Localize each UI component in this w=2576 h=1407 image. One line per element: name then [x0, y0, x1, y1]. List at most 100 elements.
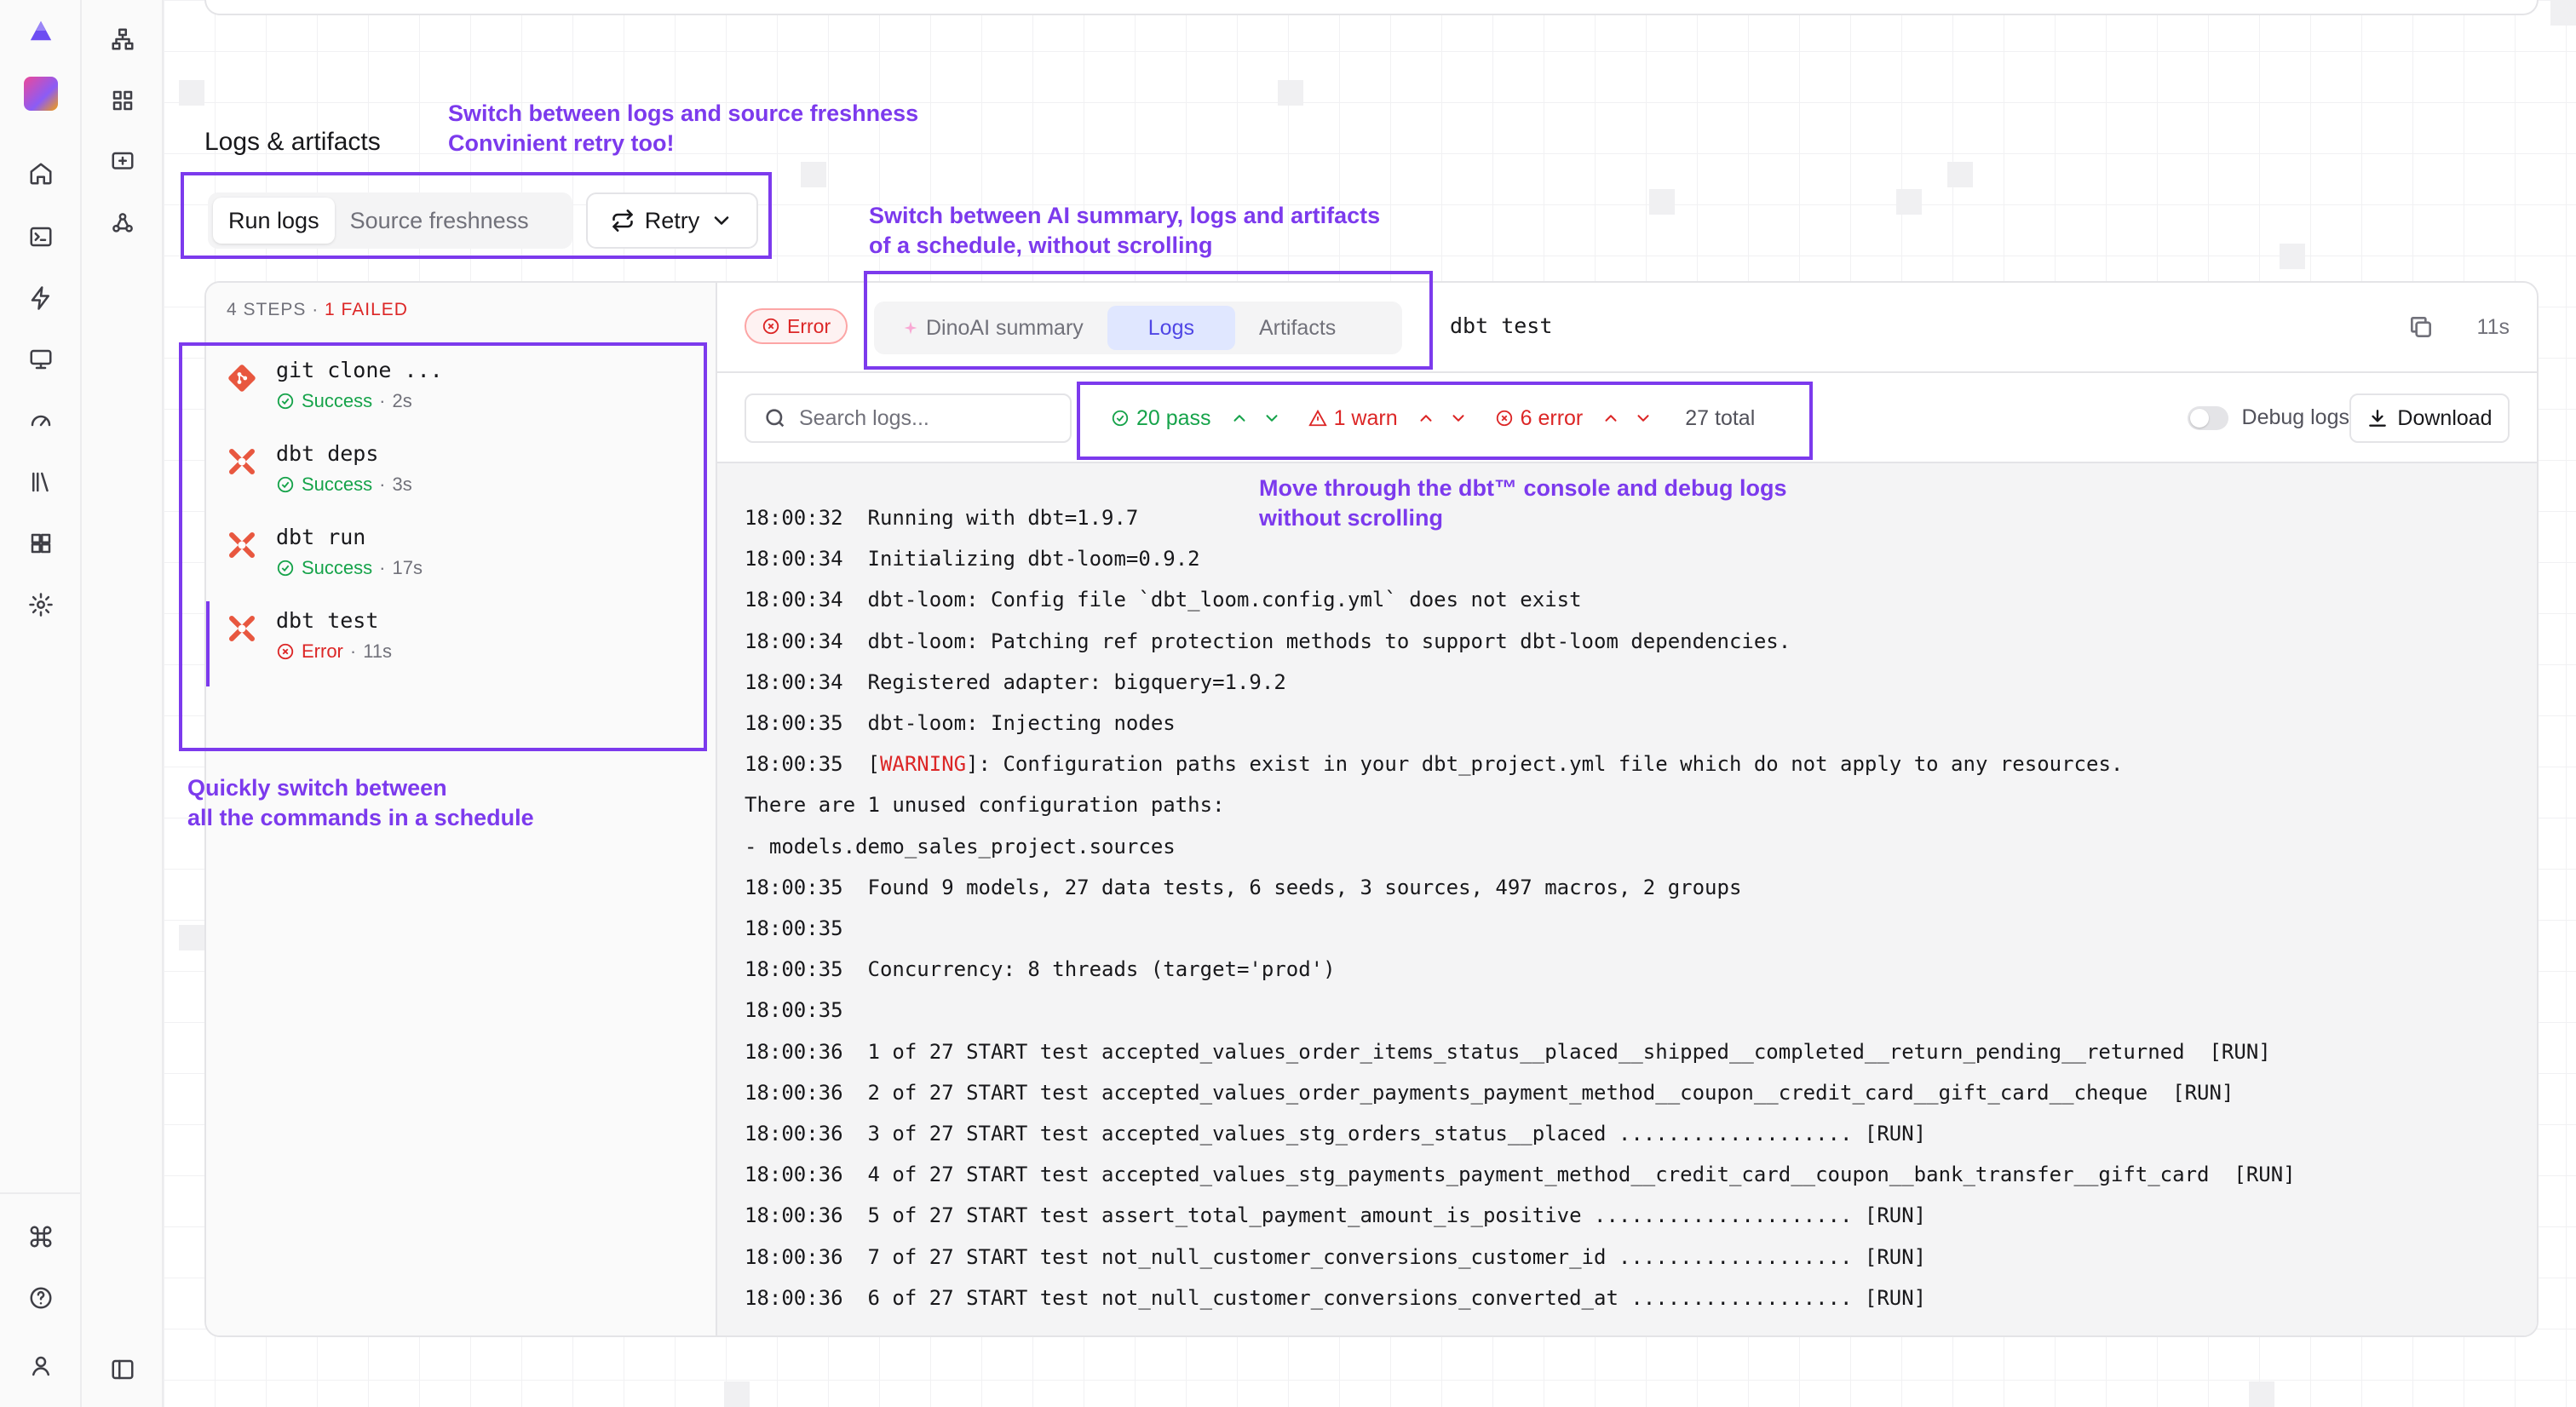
retry-button[interactable]: Retry [586, 192, 758, 249]
chevron-up-icon[interactable] [1417, 409, 1435, 428]
chevron-down-icon[interactable] [1634, 409, 1653, 428]
log-line: 18:00:35 [745, 908, 2510, 949]
gauge-icon[interactable] [20, 400, 61, 441]
gear-icon[interactable] [20, 584, 61, 625]
toggle-switch[interactable] [2187, 405, 2228, 430]
view-tabs: DinoAI summary Logs Artifacts [874, 302, 1402, 354]
bg-square [801, 162, 826, 187]
x-circle-icon [277, 643, 294, 660]
project-avatar[interactable] [20, 73, 61, 114]
lightning-icon[interactable] [20, 278, 61, 319]
mode-tabs: Run logs Source freshness [208, 192, 572, 249]
log-line: 18:00:35 [WARNING]: Configuration paths … [745, 752, 2124, 777]
user-icon[interactable] [20, 1346, 61, 1387]
bg-square [724, 1381, 750, 1407]
dbt-icon [229, 616, 255, 641]
step-item[interactable]: dbt run Success · 17s [206, 518, 716, 600]
home-icon[interactable] [20, 153, 61, 194]
log-timestamp: 18:00:36 [745, 1285, 868, 1310]
chevron-up-icon[interactable] [1230, 409, 1249, 428]
debug-logs-toggle[interactable]: Debug logs [2187, 405, 2349, 430]
step-item[interactable]: dbt deps Success · 3s [206, 434, 716, 516]
check-circle-icon [277, 476, 294, 493]
detail-header: Error DinoAI summary Logs Artifacts dbt … [717, 283, 2537, 373]
log-message: 7 of 27 START test not_null_customer_con… [867, 1244, 1927, 1269]
logo-icon[interactable] [20, 10, 61, 51]
dbt-icon [229, 532, 255, 558]
grid-icon[interactable] [102, 80, 143, 121]
step-status: Success · 17s [276, 557, 423, 579]
log-timestamp: 18:00:35 [745, 752, 868, 777]
log-line: 18:00:34 Registered adapter: bigquery=1.… [745, 662, 2510, 703]
check-circle-icon [277, 560, 294, 577]
copy-icon[interactable] [2407, 313, 2435, 341]
dbt-icon [229, 449, 255, 474]
log-message: 4 of 27 START test accepted_values_stg_p… [867, 1163, 2296, 1187]
log-line: 18:00:34 Initializing dbt-loom=0.9.2 [745, 538, 2510, 579]
tab-artifacts[interactable]: Artifacts [1235, 306, 1360, 350]
bg-square [1278, 80, 1303, 106]
search-input[interactable] [799, 405, 1055, 431]
x-circle-icon [1496, 410, 1512, 427]
download-button[interactable]: Download [2349, 393, 2510, 443]
bg-square [1947, 162, 1973, 187]
step-status: Error · 11s [276, 640, 392, 663]
library-icon[interactable] [20, 462, 61, 502]
log-message: ]: Configuration paths exist in your dbt… [966, 752, 2124, 777]
chevron-down-icon[interactable] [1262, 409, 1281, 428]
lineage-icon[interactable] [102, 19, 143, 60]
check-circle-icon [277, 393, 294, 410]
pass-count[interactable]: 20 pass [1111, 406, 1211, 431]
bg-square [1896, 189, 1922, 215]
log-timestamp: 18:00:34 [745, 629, 868, 653]
log-message: dbt-loom: Config file `dbt_loom.config.y… [867, 588, 1582, 612]
annotation-views: Switch between AI summary, logs and arti… [869, 203, 1381, 258]
command-duration: 11s [2476, 315, 2510, 339]
command-title: dbt test [1450, 313, 1553, 338]
log-timestamp: 18:00:32 [745, 506, 868, 530]
warn-count[interactable]: 1 warn [1308, 406, 1398, 431]
bg-square [2550, 0, 2576, 26]
log-line: 18:00:36 1 of 27 START test accepted_val… [745, 1031, 2510, 1072]
bg-square [179, 80, 204, 106]
log-output: 18:00:32 Running with dbt=1.9.7 18:00:34 … [717, 463, 2537, 1335]
log-line: 18:00:36 7 of 27 START test not_null_cus… [745, 1237, 2510, 1278]
log-timestamp: 18:00:34 [745, 547, 868, 571]
log-line: 18:00:34 dbt-loom: Config file `dbt_loom… [745, 579, 2510, 620]
help-icon[interactable] [20, 1278, 61, 1318]
tab-run-logs[interactable]: Run logs [213, 198, 335, 244]
error-count[interactable]: 6 error [1495, 406, 1583, 431]
log-line: There are 1 unused configuration paths: [745, 784, 2510, 825]
log-message: Found 9 models, 27 data tests, 6 seeds, … [867, 875, 1742, 899]
log-line: - models.demo_sales_project.sources [745, 826, 2510, 867]
x-circle-icon [762, 318, 779, 335]
add-comment-icon[interactable] [102, 141, 143, 182]
log-message: - models.demo_sales_project.sources [745, 834, 1176, 859]
monitor-icon[interactable] [20, 339, 61, 380]
log-timestamp: 18:00:36 [745, 1039, 868, 1064]
webhook-icon[interactable] [102, 203, 143, 244]
tab-dinoai-summary[interactable]: DinoAI summary [878, 306, 1107, 350]
chevron-down-icon[interactable] [1449, 409, 1468, 428]
step-item[interactable]: git clone ... Success · 2s [206, 351, 716, 433]
log-line: 18:00:35 Concurrency: 8 threads (target=… [745, 949, 2510, 990]
sidebar-toggle-icon[interactable] [102, 1349, 143, 1390]
log-line: 18:00:35 [745, 990, 2510, 1031]
download-icon [2369, 410, 2387, 427]
retry-label: Retry [644, 207, 700, 233]
tab-logs[interactable]: Logs [1107, 306, 1235, 350]
log-toolbar: 20 pass 1 warn 6 error [717, 373, 2537, 463]
tab-source-freshness[interactable]: Source freshness [335, 198, 544, 244]
command-icon[interactable] [20, 1216, 61, 1257]
log-message: Concurrency: 8 threads (target='prod') [867, 957, 1336, 982]
layout-icon[interactable] [20, 523, 61, 564]
step-status: Success · 3s [276, 474, 412, 496]
warning-icon [1308, 409, 1327, 427]
terminal-icon[interactable] [20, 216, 61, 257]
step-item-selected[interactable]: dbt test Error · 11s [206, 601, 716, 686]
log-timestamp: 18:00:36 [745, 1163, 868, 1187]
log-line: 18:00:35 dbt-loom: Injecting nodes [745, 703, 2510, 744]
chevron-up-icon[interactable] [1601, 409, 1620, 428]
bg-square [179, 925, 204, 950]
log-line: 18:00:36 2 of 27 START test accepted_val… [745, 1072, 2510, 1113]
